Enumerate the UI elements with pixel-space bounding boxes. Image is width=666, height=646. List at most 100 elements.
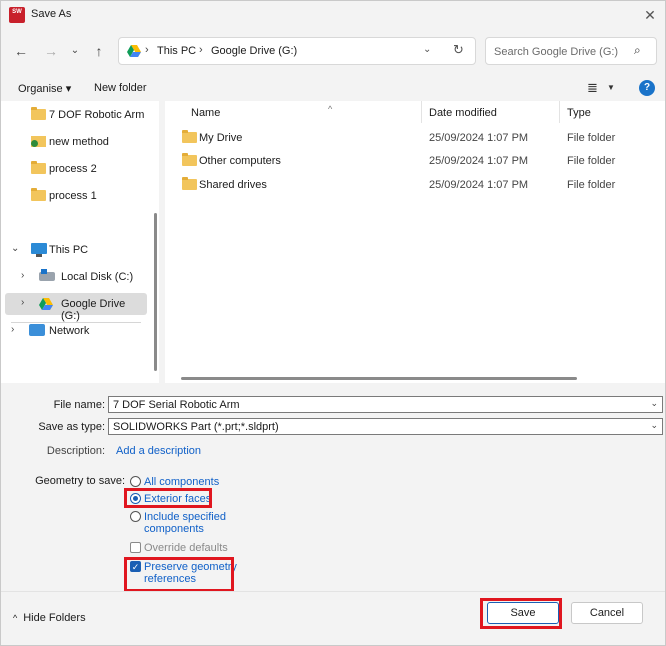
cancel-button[interactable]: Cancel (571, 602, 643, 624)
title-bar: SW Save As ✕ (1, 1, 665, 29)
file-name: Other computers (199, 155, 281, 167)
file-date: 25/09/2024 1:07 PM (429, 155, 529, 167)
column-separator[interactable] (421, 101, 422, 123)
sort-ascending-icon: ^ (328, 104, 333, 114)
geometry-to-save-label: Geometry to save: (35, 475, 125, 487)
back-arrow-icon[interactable]: ← (11, 41, 31, 61)
table-row[interactable]: My Drive 25/09/2024 1:07 PM File folder (165, 127, 665, 149)
nav-item-this-pc[interactable]: ⌄ This PC (11, 239, 153, 261)
nav-item-process-2[interactable]: process 2 (11, 158, 153, 180)
column-header-date-modified[interactable]: Date modified (429, 107, 497, 119)
override-defaults-checkbox[interactable] (130, 542, 141, 553)
chevron-right-icon[interactable]: › (11, 324, 14, 335)
computer-icon (31, 243, 47, 257)
nav-item-label: process 2 (49, 163, 97, 175)
nav-item-label: Google Drive (G:) (61, 298, 126, 322)
view-options-icon[interactable]: ≣ (587, 80, 598, 96)
nav-item-label: This PC (49, 244, 89, 256)
local-disk-icon (39, 269, 55, 281)
save-as-type-value: SOLIDWORKS Part (*.prt;*.sldprt) (113, 421, 279, 433)
breadcrumb-separator-icon: › (145, 44, 149, 56)
include-specified-label-line1[interactable]: Include specified (144, 511, 226, 523)
file-type: File folder (567, 132, 616, 144)
nav-item-label: new method (49, 136, 109, 148)
folder-icon (31, 161, 46, 174)
folder-icon (31, 107, 46, 120)
highlight-box-preserve-geometry (124, 557, 234, 592)
include-specified-label-line2[interactable]: components (144, 523, 204, 535)
override-defaults-label[interactable]: Override defaults (144, 542, 228, 554)
refresh-icon[interactable]: ↻ (453, 42, 464, 58)
folder-icon (31, 188, 46, 201)
chevron-down-icon[interactable]: ⌄ (650, 420, 658, 431)
nav-item-new-method[interactable]: new method (11, 131, 153, 153)
nav-item-process-1[interactable]: process 1 (11, 185, 153, 207)
new-folder-button[interactable]: New folder (94, 82, 147, 94)
hide-folders-label: Hide Folders (23, 612, 86, 624)
organise-menu-button[interactable]: Organise ▾ (18, 82, 71, 95)
up-arrow-icon[interactable]: ↑ (89, 41, 109, 61)
breadcrumb-separator-icon: › (199, 44, 203, 56)
navigation-pane: 7 DOF Robotic Arm new method process 2 p… (1, 101, 159, 383)
nav-item-label: 7 DOF Robotic Arm (49, 109, 145, 121)
chevron-right-icon[interactable]: › (21, 297, 24, 308)
column-header-name[interactable]: Name ^ (191, 104, 332, 119)
nav-item-network[interactable]: › Network (11, 320, 153, 342)
column-header-type[interactable]: Type (567, 107, 591, 119)
google-drive-icon (127, 45, 141, 57)
table-row[interactable]: Shared drives 25/09/2024 1:07 PM File fo… (165, 174, 665, 196)
breadcrumb-this-pc[interactable]: This PC (157, 45, 196, 57)
file-type: File folder (567, 155, 616, 167)
search-input[interactable]: Search Google Drive (G:) (494, 46, 618, 58)
file-name-label: File name: (53, 399, 105, 411)
close-icon[interactable]: ✕ (641, 6, 659, 24)
add-description-link[interactable]: Add a description (116, 445, 201, 457)
description-label: Description: (46, 445, 105, 457)
nav-scrollbar[interactable] (154, 213, 157, 371)
save-as-type-label: Save as type: (38, 421, 105, 433)
column-separator[interactable] (559, 101, 560, 123)
nav-item-google-drive[interactable]: › Google Drive (G:) (5, 293, 147, 322)
breadcrumb-google-drive[interactable]: Google Drive (G:) (211, 45, 297, 57)
chevron-right-icon[interactable]: › (21, 270, 24, 281)
chevron-down-icon[interactable]: ⌄ (650, 398, 658, 409)
chevron-up-icon: ^ (13, 613, 18, 623)
radio-include-specified-components[interactable] (130, 511, 141, 522)
file-name-value: 7 DOF Serial Robotic Arm (113, 399, 240, 411)
horizontal-scrollbar[interactable] (181, 377, 577, 380)
google-drive-icon (39, 298, 53, 310)
highlight-box-save-button (480, 598, 562, 629)
file-date: 25/09/2024 1:07 PM (429, 132, 529, 144)
view-dropdown-icon[interactable]: ▼ (607, 83, 615, 92)
search-box[interactable]: Search Google Drive (G:) ⌕ (485, 37, 657, 65)
file-date: 25/09/2024 1:07 PM (429, 179, 529, 191)
highlight-box-exterior-faces (124, 488, 212, 508)
table-row[interactable]: Other computers 25/09/2024 1:07 PM File … (165, 150, 665, 172)
help-icon[interactable]: ? (639, 80, 655, 96)
all-components-label[interactable]: All components (144, 476, 219, 488)
synced-folder-icon (31, 136, 46, 147)
save-as-dialog: SW Save As ✕ ← → ⌄ ↑ › This PC › Google … (0, 0, 666, 646)
folder-icon (182, 177, 197, 190)
nav-item-local-disk[interactable]: › Local Disk (C:) (21, 266, 163, 288)
chevron-down-icon[interactable]: ⌄ (11, 243, 19, 254)
nav-item-7-dof-robotic-arm[interactable]: 7 DOF Robotic Arm (11, 104, 153, 126)
save-as-type-select[interactable]: SOLIDWORKS Part (*.prt;*.sldprt) ⌄ (108, 418, 663, 435)
address-bar[interactable]: › This PC › Google Drive (G:) ⌄ ↻ (118, 37, 476, 65)
file-type: File folder (567, 179, 616, 191)
search-icon[interactable]: ⌕ (634, 43, 641, 58)
dialog-footer: ^ Hide Folders Save Cancel (1, 591, 665, 645)
recent-locations-chevron-icon[interactable]: ⌄ (65, 41, 85, 61)
radio-all-components[interactable] (130, 476, 141, 487)
file-name-field[interactable]: 7 DOF Serial Robotic Arm ⌄ (108, 396, 663, 413)
network-icon (29, 324, 45, 336)
address-dropdown-icon[interactable]: ⌄ (423, 44, 431, 55)
forward-arrow-icon[interactable]: → (41, 41, 61, 61)
solidworks-app-icon: SW (9, 7, 25, 23)
file-name: Shared drives (199, 179, 267, 191)
window-title: Save As (31, 8, 72, 20)
hide-folders-button[interactable]: ^ Hide Folders (13, 612, 86, 624)
nav-item-label: process 1 (49, 190, 97, 202)
nav-item-label: Network (49, 325, 90, 337)
folder-icon (182, 130, 197, 143)
